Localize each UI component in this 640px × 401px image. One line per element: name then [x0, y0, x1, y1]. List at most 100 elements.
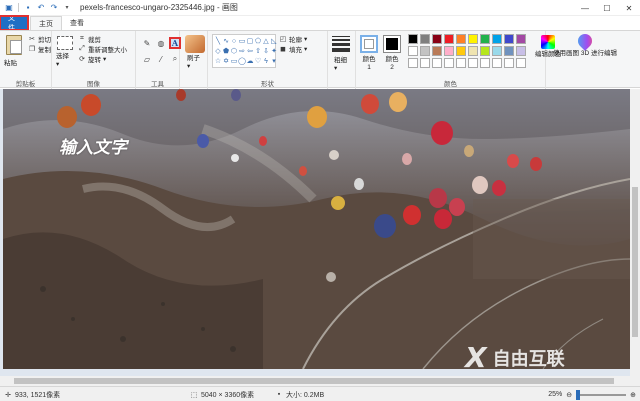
- color-swatch[interactable]: [408, 46, 418, 56]
- triangle-shape-icon[interactable]: △: [262, 36, 270, 46]
- rectangle-shape-icon[interactable]: ▭: [238, 36, 246, 46]
- color-swatch[interactable]: [468, 58, 478, 68]
- shapes-gallery[interactable]: ╲ ∿ ○ ▭ ▢ ⬠ △ ◺ ◇ ⬟ ⬡ ⇨ ⇦ ⇧ ⇩ ✦ ☆ ✡ ▭ ◯ ☁ ♡ ϟ ▾: [212, 34, 278, 68]
- cut-button[interactable]: ✂ 剪切: [28, 34, 51, 44]
- horizontal-scroll-thumb[interactable]: [14, 378, 614, 384]
- tab-view[interactable]: 查看: [62, 16, 92, 30]
- color-swatch[interactable]: [408, 58, 418, 68]
- minimize-button[interactable]: —: [574, 0, 596, 16]
- color-swatch[interactable]: [492, 46, 502, 56]
- color-swatch[interactable]: [444, 58, 454, 68]
- eraser-icon[interactable]: ▱: [141, 53, 153, 65]
- color-swatch[interactable]: [492, 34, 502, 44]
- color-swatch[interactable]: [504, 58, 514, 68]
- heart-shape-icon[interactable]: ♡: [254, 56, 262, 66]
- color-swatch[interactable]: [420, 46, 430, 56]
- tab-file[interactable]: 文件: [0, 15, 29, 32]
- close-button[interactable]: ✕: [618, 0, 640, 16]
- line-width-icon[interactable]: [332, 36, 350, 54]
- more-shapes-icon[interactable]: ▾: [270, 56, 278, 66]
- customize-qat-icon[interactable]: ▾: [62, 3, 72, 13]
- callout-rect-shape-icon[interactable]: ▭: [230, 56, 238, 66]
- select-icon[interactable]: [57, 36, 73, 50]
- undo-icon[interactable]: ↶: [36, 3, 46, 13]
- zoom-slider-knob[interactable]: [576, 389, 581, 400]
- hexagon-shape-icon[interactable]: ⬡: [230, 46, 238, 56]
- maximize-button[interactable]: ☐: [596, 0, 618, 16]
- resize-button[interactable]: ⤢ 重新调整大小: [78, 44, 127, 54]
- color-swatch[interactable]: [444, 46, 454, 56]
- balloon-landscape-photo: [3, 89, 630, 369]
- cloud-shape-icon[interactable]: ☁: [246, 56, 254, 66]
- polygon-shape-icon[interactable]: ⬠: [254, 36, 262, 46]
- color-swatch[interactable]: [516, 46, 526, 56]
- curve-shape-icon[interactable]: ∿: [222, 36, 230, 46]
- disk-icon: ▪: [277, 391, 281, 398]
- brushes-button[interactable]: 刷子 ▾: [187, 55, 200, 71]
- pentagon-shape-icon[interactable]: ⬟: [222, 46, 230, 56]
- pencil-icon[interactable]: ✎: [141, 37, 153, 49]
- color-picker-icon[interactable]: ⁄: [155, 53, 167, 65]
- zoom-out-button[interactable]: ⊖: [566, 391, 572, 399]
- color-swatch[interactable]: [516, 34, 526, 44]
- diamond-shape-icon[interactable]: ◇: [214, 46, 222, 56]
- zoom-in-button[interactable]: ⊕: [630, 391, 636, 399]
- select-button[interactable]: 选择 ▾: [56, 53, 69, 69]
- crop-button[interactable]: ⌗ 裁剪: [78, 34, 127, 44]
- size-button[interactable]: 粗细 ▾: [334, 57, 347, 73]
- color-swatch[interactable]: [504, 34, 514, 44]
- color-swatch[interactable]: [504, 46, 514, 56]
- outline-button[interactable]: ◰ 轮廓 ▾: [279, 34, 308, 44]
- color-swatch[interactable]: [420, 34, 430, 44]
- star6-shape-icon[interactable]: ✡: [222, 56, 230, 66]
- color1-button[interactable]: [360, 35, 378, 53]
- color-swatch[interactable]: [432, 46, 442, 56]
- color-swatch[interactable]: [408, 34, 418, 44]
- color-swatch[interactable]: [516, 58, 526, 68]
- color-swatch[interactable]: [468, 46, 478, 56]
- color-swatch[interactable]: [456, 58, 466, 68]
- zoom-slider[interactable]: [576, 389, 627, 400]
- canvas-text[interactable]: 输入文字: [59, 133, 127, 158]
- fill-button[interactable]: ◼ 填充 ▾: [279, 44, 307, 54]
- rounded-rect-shape-icon[interactable]: ▢: [246, 36, 254, 46]
- color-swatch[interactable]: [420, 58, 430, 68]
- color-swatch[interactable]: [432, 58, 442, 68]
- line-shape-icon[interactable]: ╲: [214, 36, 222, 46]
- color-swatch[interactable]: [492, 58, 502, 68]
- vertical-scroll-thumb[interactable]: [632, 187, 638, 337]
- color-swatch[interactable]: [456, 34, 466, 44]
- horizontal-scrollbar[interactable]: [0, 376, 630, 386]
- copy-button[interactable]: ❐ 复制: [28, 44, 51, 54]
- up-arrow-shape-icon[interactable]: ⇧: [254, 46, 262, 56]
- down-arrow-shape-icon[interactable]: ⇩: [262, 46, 270, 56]
- edit-with-paint3d-button[interactable]: 使用画图 3D 进行编辑: [550, 31, 620, 58]
- color-swatch[interactable]: [456, 46, 466, 56]
- tab-home[interactable]: 主页: [30, 16, 62, 30]
- color-swatch[interactable]: [468, 34, 478, 44]
- right-triangle-shape-icon[interactable]: ◺: [270, 36, 278, 46]
- callout-oval-shape-icon[interactable]: ◯: [238, 56, 246, 66]
- paste-button[interactable]: 粘贴: [4, 57, 17, 67]
- color-swatch[interactable]: [480, 58, 490, 68]
- star4-shape-icon[interactable]: ✦: [270, 46, 278, 56]
- redo-icon[interactable]: ↷: [49, 3, 59, 13]
- oval-shape-icon[interactable]: ○: [230, 36, 238, 46]
- right-arrow-shape-icon[interactable]: ⇨: [238, 46, 246, 56]
- save-icon[interactable]: ▪: [23, 3, 33, 13]
- color2-button[interactable]: [383, 35, 401, 53]
- left-arrow-shape-icon[interactable]: ⇦: [246, 46, 254, 56]
- lightning-shape-icon[interactable]: ϟ: [262, 56, 270, 66]
- vertical-scrollbar[interactable]: [630, 89, 640, 386]
- rotate-button[interactable]: ⟳ 旋转 ▾: [78, 54, 127, 64]
- color-swatch[interactable]: [480, 34, 490, 44]
- canvas-area[interactable]: 输入文字 X 自由互联: [0, 89, 640, 386]
- paste-icon[interactable]: [6, 35, 22, 55]
- fill-bucket-icon[interactable]: ◍: [155, 37, 167, 49]
- brush-icon[interactable]: [185, 35, 205, 53]
- color-swatch[interactable]: [480, 46, 490, 56]
- color-swatch[interactable]: [432, 34, 442, 44]
- canvas-image[interactable]: 输入文字 X 自由互联: [3, 89, 630, 369]
- star5-shape-icon[interactable]: ☆: [214, 56, 222, 66]
- color-swatch[interactable]: [444, 34, 454, 44]
